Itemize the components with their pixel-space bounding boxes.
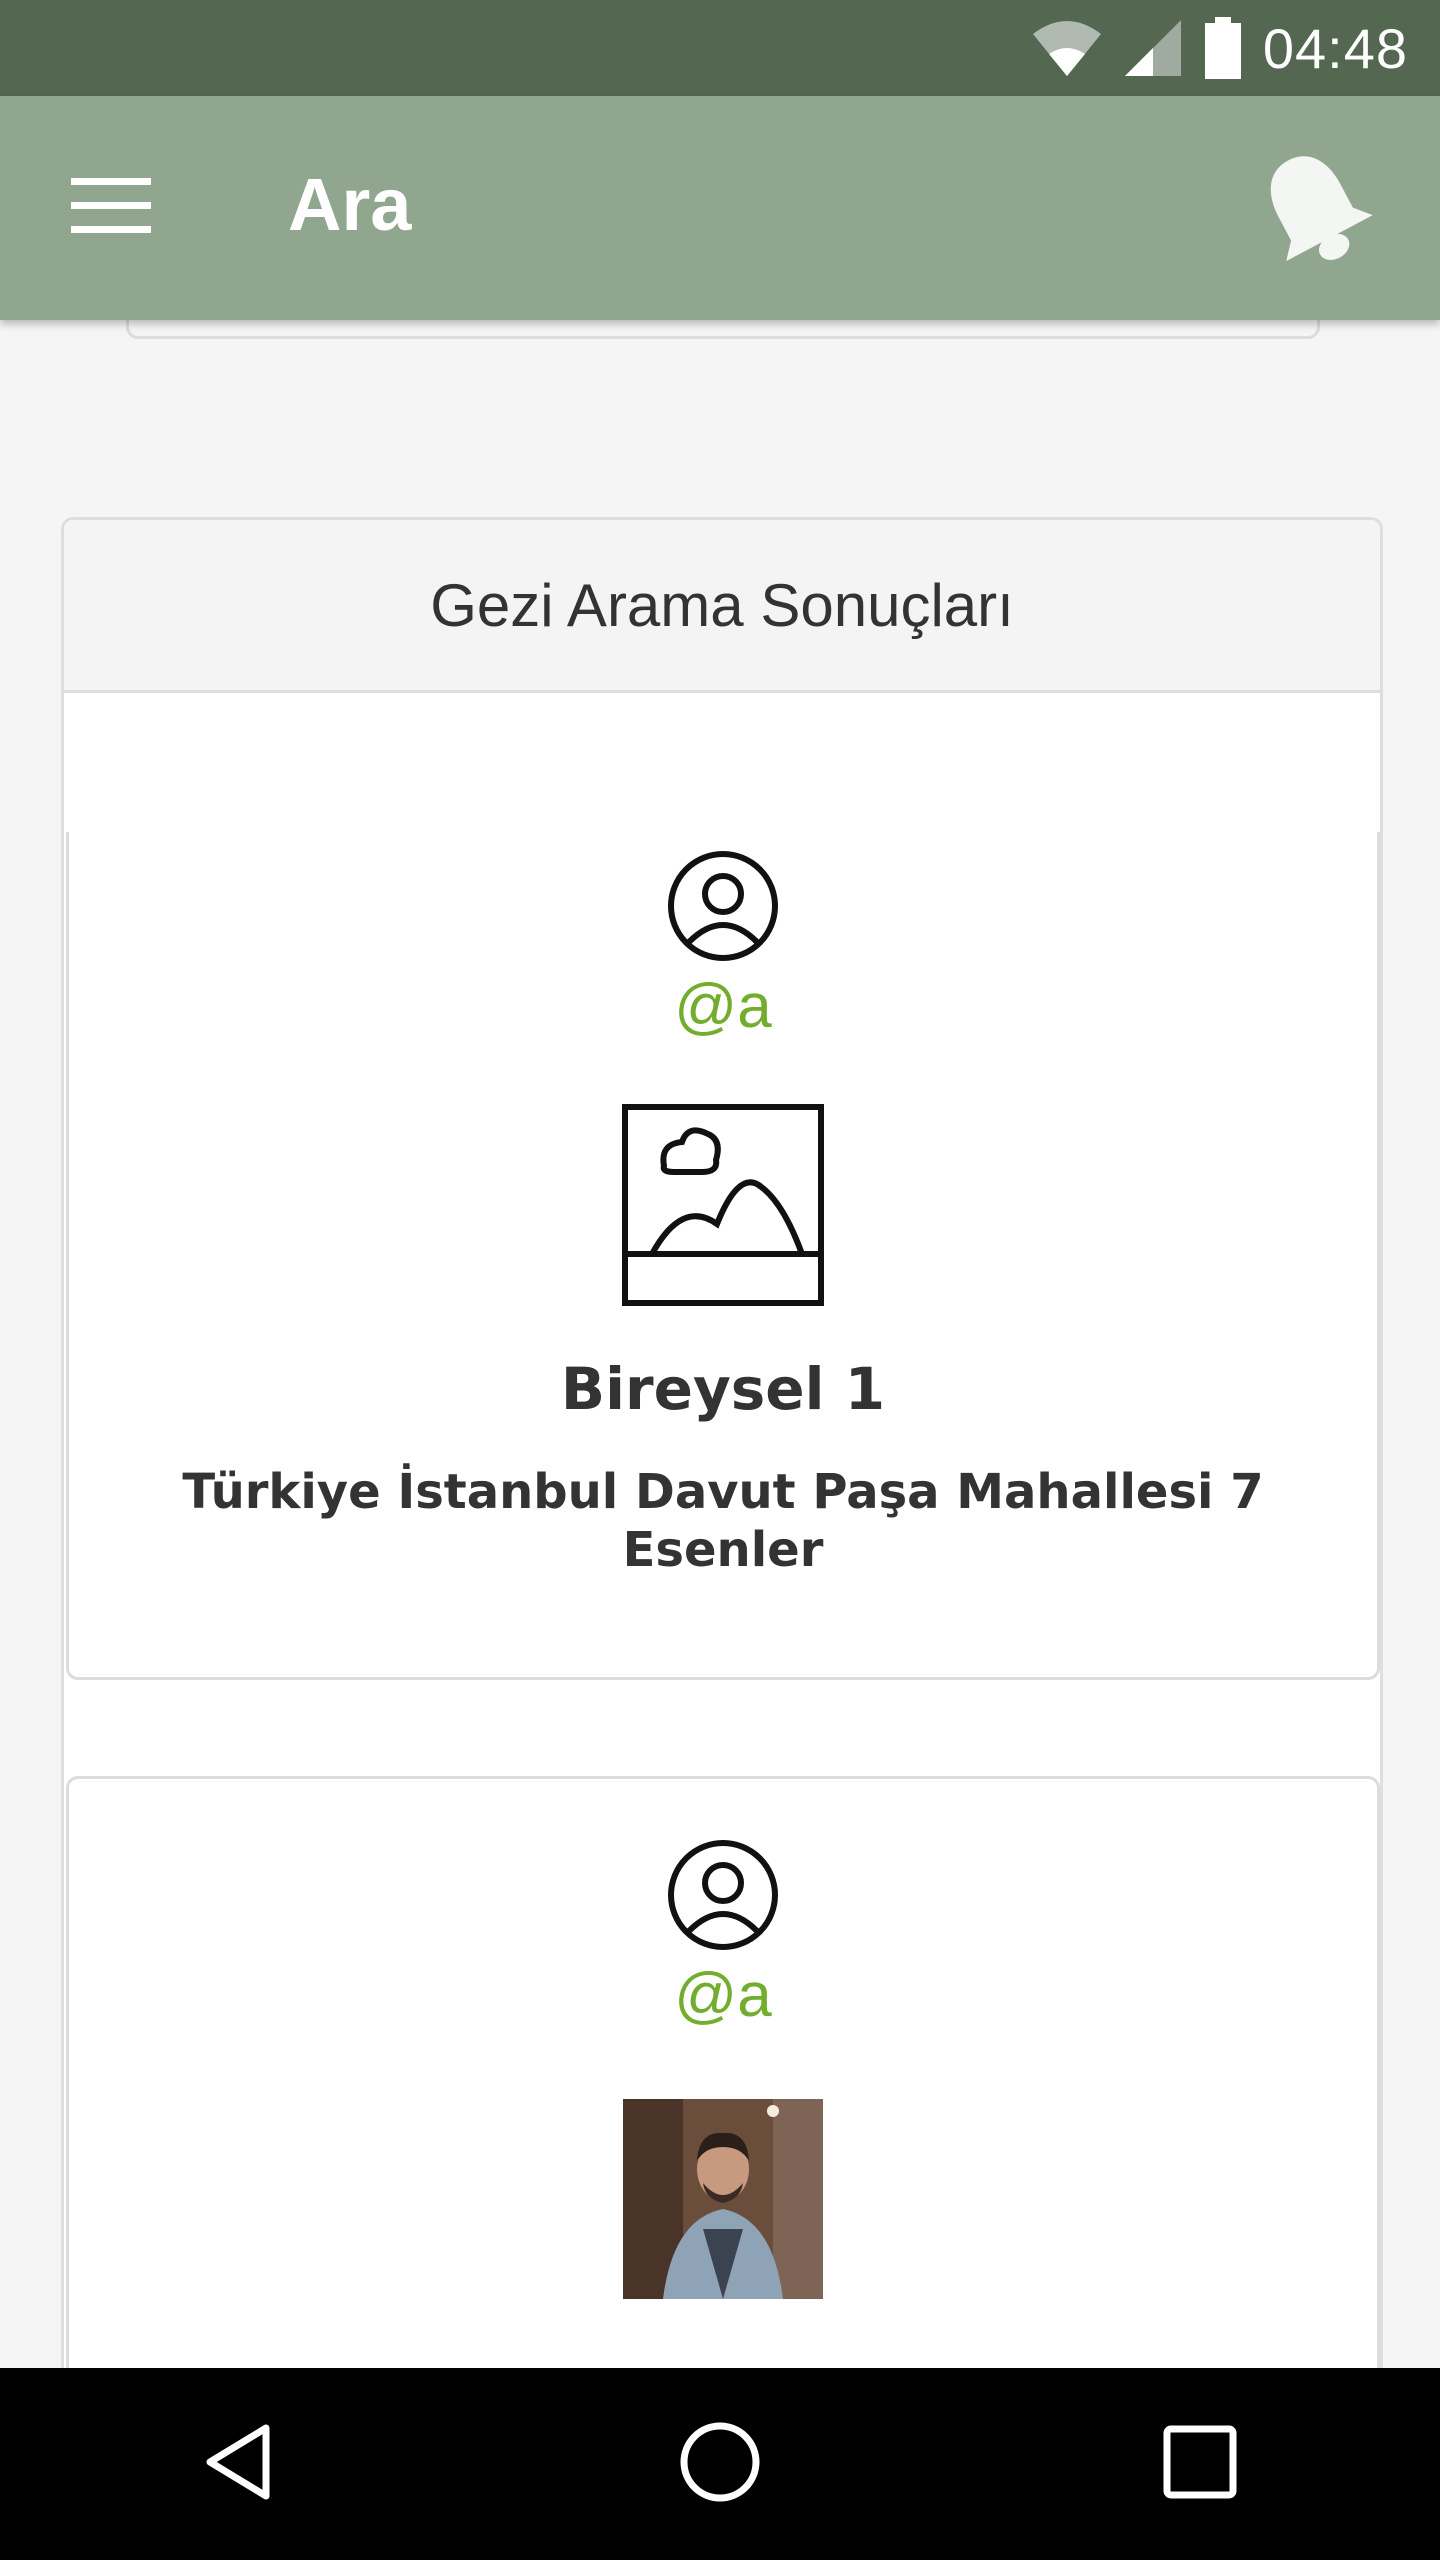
username-link[interactable]: @a	[674, 971, 771, 1042]
recents-icon	[1163, 2425, 1237, 2504]
notifications-button[interactable]	[1244, 136, 1384, 286]
user-avatar-icon	[667, 850, 779, 967]
user-avatar-icon	[667, 1839, 779, 1956]
search-results-panel: Gezi Arama Sonuçları @a Bireysel 1 Türki…	[61, 517, 1383, 2523]
home-button[interactable]	[640, 2384, 800, 2544]
placeholder-image-icon	[622, 1104, 824, 1311]
username-link[interactable]: @a	[674, 1960, 771, 2031]
trip-address: Türkiye İstanbul Davut Paşa Mahallesi 7 …	[182, 1464, 1264, 1578]
home-icon	[678, 2420, 762, 2509]
back-button[interactable]	[160, 2384, 320, 2544]
trip-title: Bireysel 1	[560, 1355, 886, 1423]
back-icon	[200, 2422, 280, 2507]
hamburger-menu-icon	[71, 177, 151, 239]
system-nav-bar	[0, 2368, 1440, 2560]
hamburger-menu-button[interactable]	[56, 158, 166, 258]
status-icons: 04:48	[1031, 0, 1408, 96]
bell-icon	[1249, 144, 1379, 279]
status-time: 04:48	[1262, 16, 1408, 80]
battery-icon	[1203, 17, 1243, 79]
user-photo	[623, 2099, 823, 2299]
result-card[interactable]: @a Bireysel 1 Türkiye İstanbul Davut Paş…	[66, 832, 1380, 1680]
cell-signal-icon	[1123, 18, 1183, 78]
panel-header: Gezi Arama Sonuçları	[64, 520, 1380, 693]
app-bar: Ara	[0, 96, 1440, 320]
wifi-icon	[1031, 18, 1103, 78]
recents-button[interactable]	[1120, 2384, 1280, 2544]
status-bar: 04:48	[0, 0, 1440, 96]
page-title: Ara	[288, 163, 412, 246]
